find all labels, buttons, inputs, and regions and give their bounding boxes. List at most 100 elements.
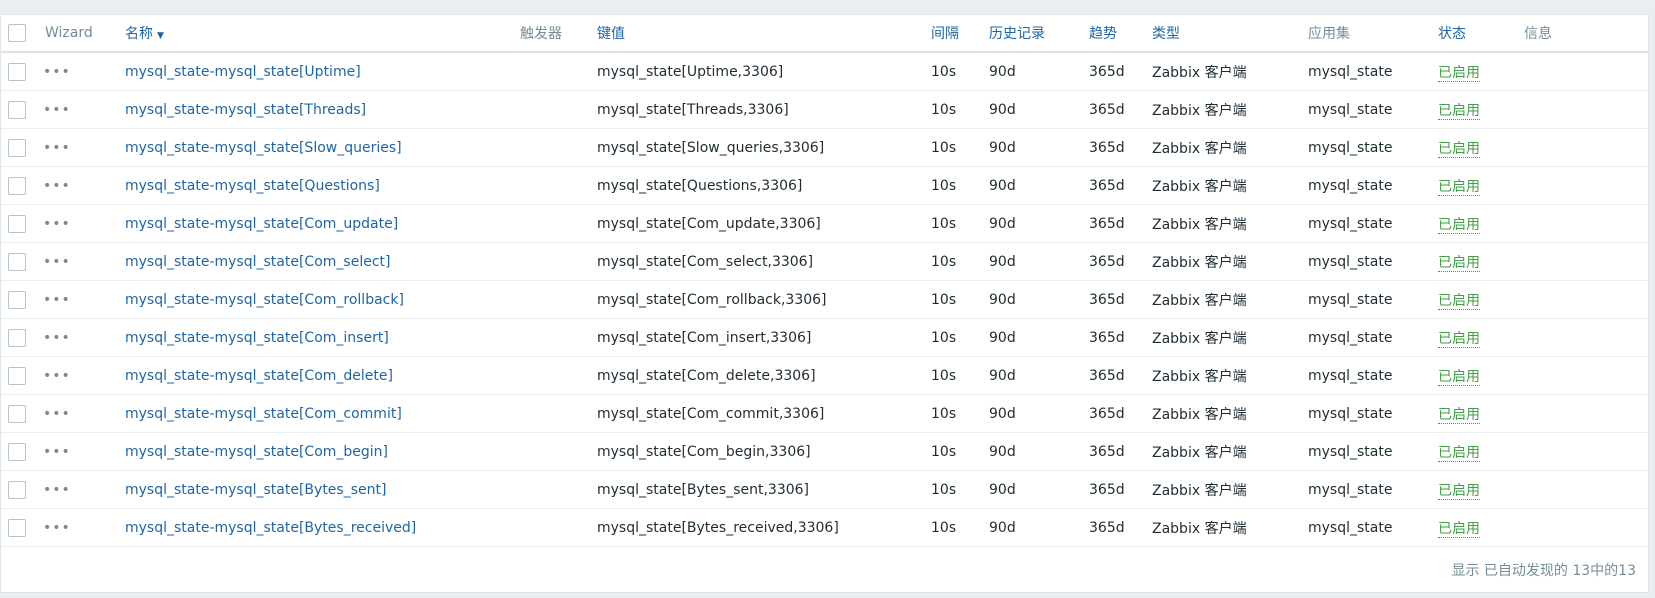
status-toggle[interactable]: 已启用 (1438, 216, 1480, 234)
row-key-cell: mysql_state[Questions,3306] (595, 166, 929, 205)
header-interval[interactable]: 间隔 (929, 15, 987, 53)
more-icon[interactable]: ••• (43, 140, 71, 156)
item-name-link[interactable]: mysql_state-mysql_state[Com_select] (125, 254, 390, 270)
row-status-cell: 已启用 (1428, 432, 1508, 471)
sort-desc-icon: ▼ (157, 31, 164, 41)
status-toggle[interactable]: 已启用 (1438, 64, 1480, 82)
table-body: ••• mysql_state-mysql_state[Uptime] mysq… (1, 52, 1648, 547)
more-icon[interactable]: ••• (43, 406, 71, 422)
table-row: ••• mysql_state-mysql_state[Com_select] … (1, 242, 1648, 281)
row-checkbox[interactable] (8, 252, 26, 271)
status-toggle[interactable]: 已启用 (1438, 444, 1480, 462)
row-info-cell (1508, 242, 1648, 281)
item-name-link[interactable]: mysql_state-mysql_state[Slow_queries] (125, 140, 402, 156)
header-type[interactable]: 类型 (1150, 15, 1298, 53)
row-key-cell: mysql_state[Slow_queries,3306] (595, 128, 929, 167)
row-checkbox[interactable] (8, 442, 26, 461)
row-select-cell (1, 204, 35, 243)
item-name-link[interactable]: mysql_state-mysql_state[Com_delete] (125, 368, 393, 384)
header-trends[interactable]: 趋势 (1087, 15, 1150, 53)
item-name-link[interactable]: mysql_state-mysql_state[Bytes_received] (125, 520, 416, 536)
status-toggle[interactable]: 已启用 (1438, 520, 1480, 538)
item-name-link[interactable]: mysql_state-mysql_state[Uptime] (125, 64, 361, 80)
table-row: ••• mysql_state-mysql_state[Com_commit] … (1, 394, 1648, 433)
header-key[interactable]: 键值 (595, 15, 929, 53)
row-interval-cell: 10s (929, 356, 987, 395)
more-icon[interactable]: ••• (43, 482, 71, 498)
status-toggle[interactable]: 已启用 (1438, 368, 1480, 386)
header-status[interactable]: 状态 (1428, 15, 1508, 53)
item-name-link[interactable]: mysql_state-mysql_state[Threads] (125, 102, 366, 118)
item-name-link[interactable]: mysql_state-mysql_state[Questions] (125, 178, 380, 194)
status-toggle[interactable]: 已启用 (1438, 178, 1480, 196)
row-checkbox[interactable] (8, 176, 26, 195)
row-select-cell (1, 394, 35, 433)
row-trends-cell: 365d (1087, 52, 1150, 91)
more-icon[interactable]: ••• (43, 178, 71, 194)
row-select-cell (1, 280, 35, 319)
row-trends-cell: 365d (1087, 280, 1150, 319)
status-toggle[interactable]: 已启用 (1438, 406, 1480, 424)
row-wizard-cell: ••• (35, 204, 117, 243)
pagination-summary: 显示 已自动发现的 13中的13 (1451, 563, 1636, 579)
table-row: ••• mysql_state-mysql_state[Uptime] mysq… (1, 52, 1648, 91)
row-checkbox[interactable] (8, 366, 26, 385)
more-icon[interactable]: ••• (43, 368, 71, 384)
more-icon[interactable]: ••• (43, 292, 71, 308)
more-icon[interactable]: ••• (43, 102, 71, 118)
row-checkbox[interactable] (8, 62, 26, 81)
row-history-cell: 90d (987, 318, 1087, 357)
row-checkbox[interactable] (8, 138, 26, 157)
row-checkbox[interactable] (8, 404, 26, 423)
more-icon[interactable]: ••• (43, 330, 71, 346)
row-checkbox[interactable] (8, 100, 26, 119)
row-info-cell (1508, 166, 1648, 205)
more-icon[interactable]: ••• (43, 64, 71, 80)
status-toggle[interactable]: 已启用 (1438, 254, 1480, 272)
item-name-link[interactable]: mysql_state-mysql_state[Com_insert] (125, 330, 389, 346)
row-wizard-cell: ••• (35, 90, 117, 129)
item-name-link[interactable]: mysql_state-mysql_state[Com_update] (125, 216, 398, 232)
more-icon[interactable]: ••• (43, 520, 71, 536)
more-icon[interactable]: ••• (43, 444, 71, 460)
row-name-cell: mysql_state-mysql_state[Com_insert] (117, 318, 515, 357)
row-checkbox[interactable] (8, 480, 26, 499)
row-checkbox[interactable] (8, 328, 26, 347)
item-name-link[interactable]: mysql_state-mysql_state[Com_rollback] (125, 292, 404, 308)
table-row: ••• mysql_state-mysql_state[Com_update] … (1, 204, 1648, 243)
row-select-cell (1, 52, 35, 91)
row-select-cell (1, 128, 35, 167)
select-all-cell (1, 15, 35, 53)
row-wizard-cell: ••• (35, 508, 117, 547)
row-interval-cell: 10s (929, 204, 987, 243)
row-triggers-cell (515, 356, 595, 395)
row-interval-cell: 10s (929, 242, 987, 281)
row-trends-cell: 365d (1087, 204, 1150, 243)
more-icon[interactable]: ••• (43, 254, 71, 270)
header-name[interactable]: 名称 ▼ (117, 15, 515, 53)
more-icon[interactable]: ••• (43, 216, 71, 232)
status-toggle[interactable]: 已启用 (1438, 292, 1480, 310)
row-key-cell: mysql_state[Threads,3306] (595, 90, 929, 129)
row-key-cell: mysql_state[Bytes_received,3306] (595, 508, 929, 547)
row-app-cell: mysql_state (1298, 52, 1428, 91)
item-name-link[interactable]: mysql_state-mysql_state[Com_begin] (125, 444, 388, 460)
select-all-checkbox[interactable] (8, 24, 26, 42)
row-checkbox[interactable] (8, 518, 26, 537)
header-history[interactable]: 历史记录 (987, 15, 1087, 53)
row-trends-cell: 365d (1087, 394, 1150, 433)
header-wizard: Wizard (35, 15, 117, 53)
status-toggle[interactable]: 已启用 (1438, 140, 1480, 158)
status-toggle[interactable]: 已启用 (1438, 482, 1480, 500)
row-wizard-cell: ••• (35, 318, 117, 357)
row-checkbox[interactable] (8, 214, 26, 233)
row-checkbox[interactable] (8, 290, 26, 309)
row-info-cell (1508, 394, 1648, 433)
item-name-link[interactable]: mysql_state-mysql_state[Bytes_sent] (125, 482, 386, 498)
row-name-cell: mysql_state-mysql_state[Com_update] (117, 204, 515, 243)
item-name-link[interactable]: mysql_state-mysql_state[Com_commit] (125, 406, 402, 422)
row-app-cell: mysql_state (1298, 280, 1428, 319)
status-toggle[interactable]: 已启用 (1438, 102, 1480, 120)
row-wizard-cell: ••• (35, 394, 117, 433)
status-toggle[interactable]: 已启用 (1438, 330, 1480, 348)
